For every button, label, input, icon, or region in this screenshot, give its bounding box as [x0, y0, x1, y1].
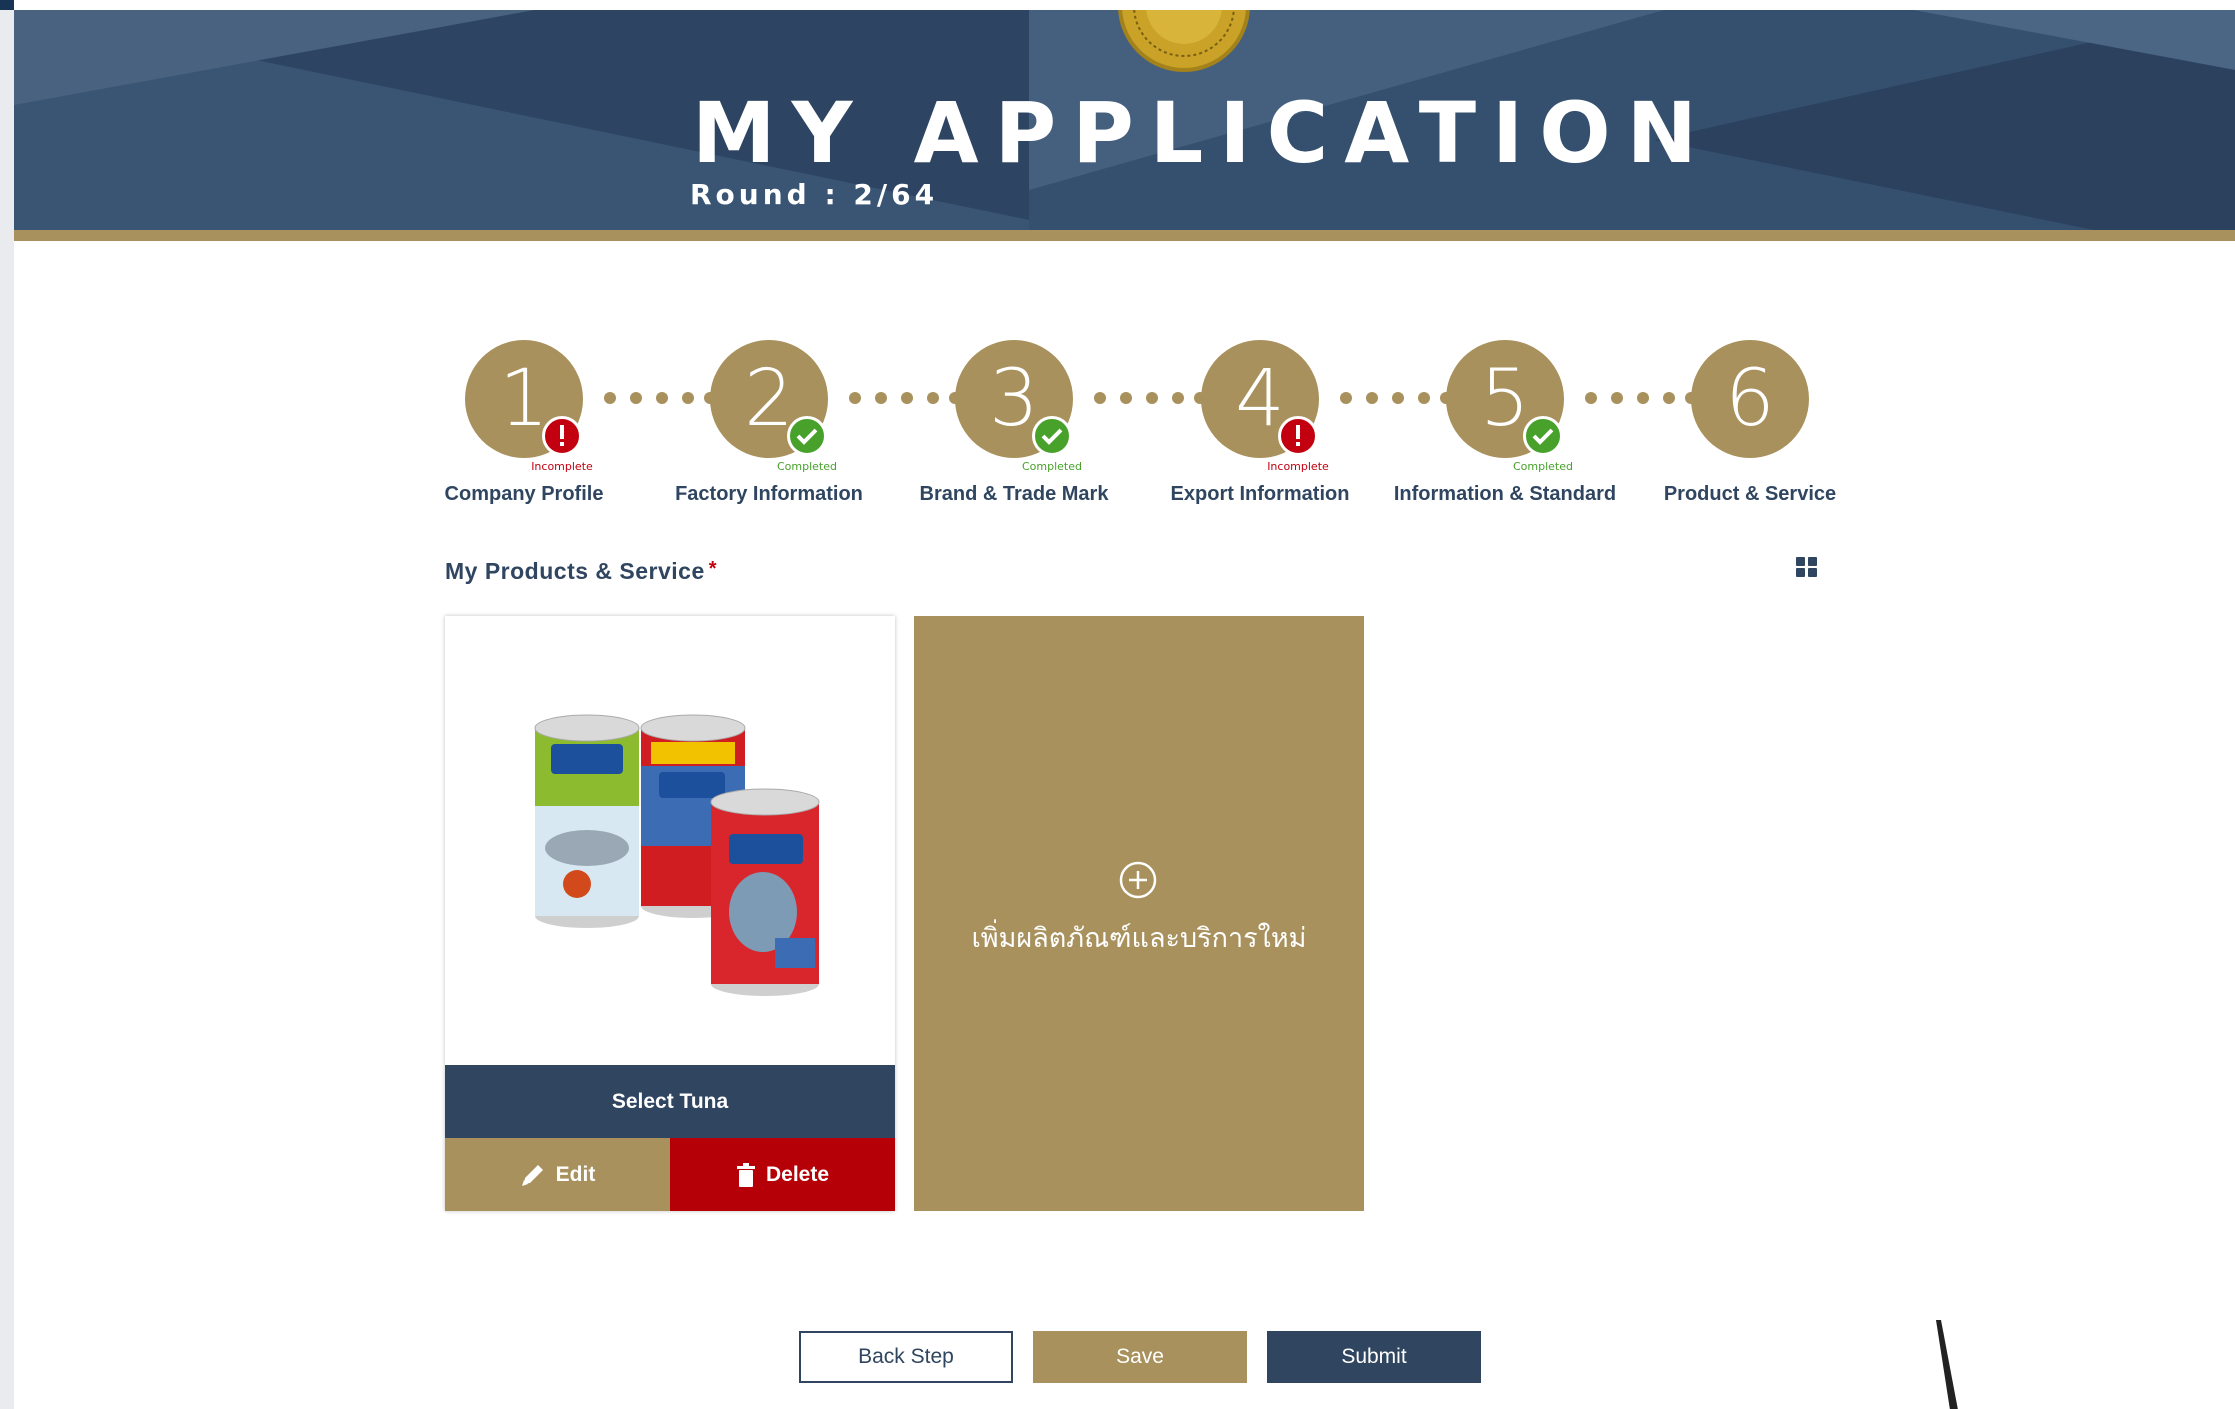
- award-seal-logo: [1118, 10, 1250, 72]
- trash-icon: [736, 1162, 755, 1187]
- product-card: Select Tuna Edit Delete: [445, 616, 895, 1211]
- submit-button[interactable]: Submit: [1267, 1331, 1481, 1383]
- step-status: Incomplete: [1267, 460, 1329, 473]
- step-status: Completed: [1513, 460, 1573, 473]
- section-title-text: My Products & Service: [445, 558, 705, 584]
- required-marker: *: [708, 558, 718, 580]
- step-status: Incomplete: [531, 460, 593, 473]
- page: MY APPLICATION Round : 2/64 1 Incomplete…: [14, 0, 2235, 1409]
- step-number: 6: [1691, 340, 1809, 458]
- step-brand-trade-mark[interactable]: 3 Completed Brand & Trade Mark: [894, 340, 1134, 520]
- checkmark-icon: [1032, 416, 1072, 456]
- grid-view-icon[interactable]: [1795, 555, 1819, 579]
- page-title: MY APPLICATION: [692, 84, 1713, 182]
- step-label: Factory Information: [675, 483, 863, 505]
- header-banner: MY APPLICATION Round : 2/64: [14, 10, 2235, 230]
- delete-button[interactable]: Delete: [670, 1138, 895, 1211]
- stylus-mark: [1936, 1320, 1958, 1409]
- checkmark-icon: [787, 416, 827, 456]
- exclamation-icon: [542, 416, 582, 456]
- edit-label: Edit: [555, 1162, 596, 1186]
- step-label: Brand & Trade Mark: [919, 483, 1109, 505]
- product-name: Select Tuna: [445, 1065, 895, 1138]
- step-label: Product & Service: [1663, 483, 1837, 505]
- step-export-information[interactable]: 4 Incomplete Export Information: [1140, 340, 1380, 520]
- step-company-profile[interactable]: 1 Incomplete Company Profile: [404, 340, 644, 520]
- section-title: My Products & Service *: [445, 558, 717, 585]
- step-product-service[interactable]: 6 Product & Service: [1630, 340, 1870, 520]
- pencil-icon: [521, 1164, 543, 1186]
- step-status: Completed: [1022, 460, 1082, 473]
- step-label: Company Profile: [444, 483, 604, 505]
- delete-label: Delete: [765, 1162, 830, 1186]
- plus-circle-icon: [1119, 861, 1157, 899]
- checkmark-icon: [1523, 416, 1563, 456]
- step-label: Information & Standard: [1393, 483, 1617, 505]
- save-button[interactable]: Save: [1033, 1331, 1247, 1383]
- round-label: Round : 2/64: [690, 178, 939, 211]
- header-gold-stripe: [14, 230, 2235, 241]
- back-step-button[interactable]: Back Step: [799, 1331, 1013, 1383]
- edit-button[interactable]: Edit: [445, 1138, 670, 1211]
- step-status: Completed: [777, 460, 837, 473]
- add-product-label: เพิ่มผลิตภัณฑ์และบริการใหม่: [971, 923, 1307, 954]
- step-factory-information[interactable]: 2 Completed Factory Information: [649, 340, 889, 520]
- add-product-card[interactable]: เพิ่มผลิตภัณฑ์และบริการใหม่: [914, 616, 1364, 1211]
- product-image: [445, 616, 895, 1065]
- step-information-standard[interactable]: 5 Completed Information & Standard: [1385, 340, 1625, 520]
- exclamation-icon: [1278, 416, 1318, 456]
- step-label: Export Information: [1170, 483, 1350, 505]
